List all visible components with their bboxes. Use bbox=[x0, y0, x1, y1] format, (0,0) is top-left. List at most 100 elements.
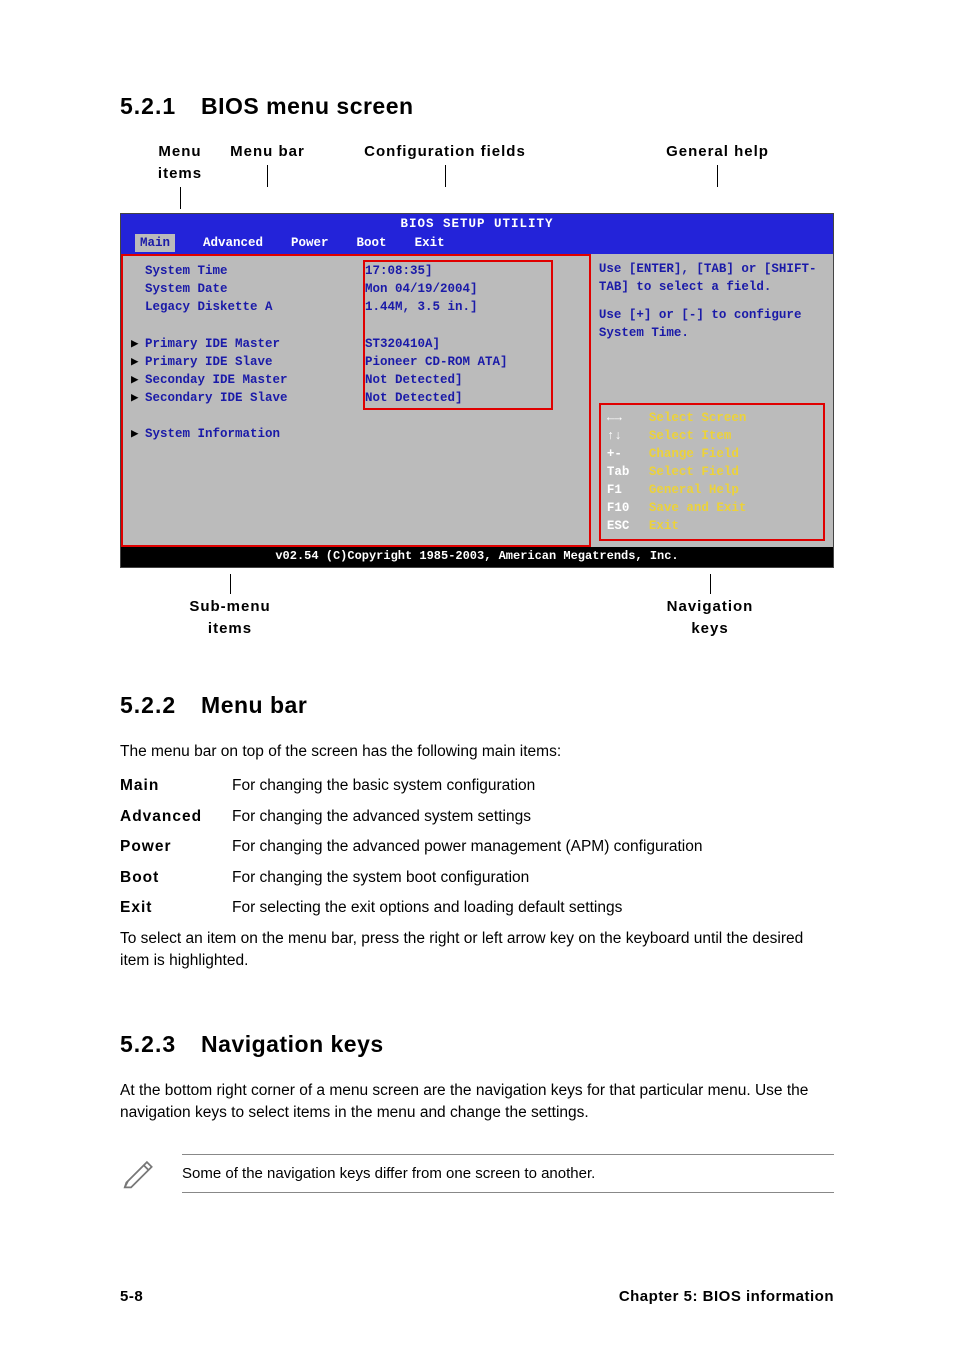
bios-tab-exit[interactable]: Exit bbox=[415, 234, 445, 252]
navkey-label: General Help bbox=[649, 481, 739, 499]
bios-item-label: Secondary IDE Slave bbox=[145, 391, 288, 405]
page-number: 5-8 bbox=[120, 1286, 143, 1308]
def-term: Power bbox=[120, 836, 232, 858]
label-submenu-items: Sub-menu items bbox=[189, 598, 270, 637]
bios-item-value bbox=[365, 407, 581, 425]
chapter-label: Chapter 5: BIOS information bbox=[619, 1286, 834, 1308]
bios-screenshot: BIOS SETUP UTILITY Main Advanced Power B… bbox=[120, 213, 834, 568]
navkey-row: ↑↓Select Item bbox=[607, 427, 817, 445]
submenu-arrow-icon: ▶ bbox=[131, 353, 145, 371]
submenu-arrow-icon: ▶ bbox=[131, 389, 145, 407]
navkey-key: F10 bbox=[607, 499, 649, 517]
submenu-arrow-icon: ▶ bbox=[131, 425, 145, 443]
bios-item-value: Pioneer CD-ROM ATA] bbox=[365, 353, 581, 371]
bios-item-label: System Time bbox=[145, 264, 228, 278]
def-term: Advanced bbox=[120, 806, 232, 828]
navkey-key: ↑↓ bbox=[607, 427, 649, 445]
navkey-label: Select Item bbox=[649, 427, 732, 445]
bios-navkeys-box: ←→Select Screen↑↓Select Item+-Change Fie… bbox=[599, 403, 825, 542]
bios-item-label: Seconday IDE Master bbox=[145, 373, 288, 387]
navkey-key: Tab bbox=[607, 463, 649, 481]
bios-left-panel: System Time 17:08:35]System DateMon 04/19… bbox=[121, 254, 591, 547]
bios-item-value: Mon 04/19/2004] bbox=[365, 280, 581, 298]
navkey-row: F10Save and Exit bbox=[607, 499, 817, 517]
heading-522: 5.2.2 Menu bar bbox=[120, 689, 834, 722]
bios-footer: v02.54 (C)Copyright 1985-2003, American … bbox=[121, 547, 833, 566]
navkey-row: +-Change Field bbox=[607, 445, 817, 463]
navkey-label: Select Screen bbox=[649, 409, 747, 427]
bios-item-label: Primary IDE Slave bbox=[145, 355, 273, 369]
navkey-row: TabSelect Field bbox=[607, 463, 817, 481]
bios-item-value bbox=[365, 316, 581, 334]
bios-menu-item[interactable]: ▶Primary IDE Master ST320410A] bbox=[131, 335, 581, 353]
menubar-def-row: AdvancedFor changing the advanced system… bbox=[120, 806, 834, 828]
bios-menu-item[interactable]: System DateMon 04/19/2004] bbox=[131, 280, 581, 298]
def-term: Boot bbox=[120, 867, 232, 889]
bios-item-value bbox=[365, 425, 581, 443]
menubar-intro: The menu bar on top of the screen has th… bbox=[120, 741, 834, 763]
bios-item-value: Not Detected] bbox=[365, 389, 581, 407]
bios-menu-item bbox=[131, 316, 581, 334]
navkey-label: Exit bbox=[649, 517, 679, 535]
section-number: 5.2.2 bbox=[120, 689, 176, 722]
menubar-def-row: ExitFor selecting the exit options and l… bbox=[120, 897, 834, 919]
note-text: Some of the navigation keys differ from … bbox=[182, 1154, 834, 1194]
bios-item-value: ST320410A] bbox=[365, 335, 581, 353]
bios-menu-item[interactable]: Legacy Diskette A 1.44M, 3.5 in.] bbox=[131, 298, 581, 316]
bios-item-value: 17:08:35] bbox=[365, 262, 581, 280]
bios-menu-item[interactable]: ▶Primary IDE Slave Pioneer CD-ROM ATA] bbox=[131, 353, 581, 371]
bios-item-label: Legacy Diskette A bbox=[145, 300, 273, 314]
diagram-top-labels: Menu items Menu bar Configuration fields… bbox=[140, 141, 834, 209]
bios-tab-advanced[interactable]: Advanced bbox=[203, 234, 263, 252]
bios-menu-item[interactable]: ▶System Information bbox=[131, 425, 581, 443]
def-desc: For selecting the exit options and loadi… bbox=[232, 897, 834, 919]
menubar-def-row: PowerFor changing the advanced power man… bbox=[120, 836, 834, 858]
navkey-key: ←→ bbox=[607, 409, 649, 427]
submenu-arrow-icon: ▶ bbox=[131, 371, 145, 389]
bios-right-panel: Use [ENTER], [TAB] or [SHIFT-TAB] to sel… bbox=[591, 254, 833, 547]
bios-item-value: 1.44M, 3.5 in.] bbox=[365, 298, 581, 316]
bios-tab-boot[interactable]: Boot bbox=[357, 234, 387, 252]
bios-item-label: Primary IDE Master bbox=[145, 337, 280, 351]
bios-title: BIOS SETUP UTILITY bbox=[121, 214, 833, 234]
label-menu-bar: Menu bar bbox=[230, 143, 305, 160]
label-general-help: General help bbox=[666, 143, 769, 160]
navkey-key: ESC bbox=[607, 517, 649, 535]
section-title: Menu bar bbox=[201, 692, 307, 718]
section-title: BIOS menu screen bbox=[201, 93, 414, 119]
bios-item-label: System Information bbox=[145, 427, 280, 441]
bios-help-line2: Use [+] or [-] to configure System Time. bbox=[599, 306, 825, 342]
def-desc: For changing the advanced power manageme… bbox=[232, 836, 834, 858]
navkey-row: ←→Select Screen bbox=[607, 409, 817, 427]
section-title: Navigation keys bbox=[201, 1031, 384, 1057]
menubar-def-row: MainFor changing the basic system config… bbox=[120, 775, 834, 797]
diagram-bottom-labels: Sub-menu items Navigation keys bbox=[120, 574, 834, 640]
navkey-label: Save and Exit bbox=[649, 499, 747, 517]
navkey-row: ESCExit bbox=[607, 517, 817, 535]
bios-tab-power[interactable]: Power bbox=[291, 234, 329, 252]
def-desc: For changing the system boot configurati… bbox=[232, 867, 834, 889]
bios-menubar: Main Advanced Power Boot Exit bbox=[121, 234, 833, 254]
navkey-label: Select Field bbox=[649, 463, 739, 481]
menubar-def-row: BootFor changing the system boot configu… bbox=[120, 867, 834, 889]
note-block: Some of the navigation keys differ from … bbox=[120, 1151, 834, 1196]
def-desc: For changing the basic system configurat… bbox=[232, 775, 834, 797]
bios-menu-item bbox=[131, 407, 581, 425]
submenu-arrow-icon: ▶ bbox=[131, 335, 145, 353]
navkey-row: F1General Help bbox=[607, 481, 817, 499]
navkey-label: Change Field bbox=[649, 445, 739, 463]
heading-521: 5.2.1 BIOS menu screen bbox=[120, 90, 834, 123]
bios-tab-main[interactable]: Main bbox=[135, 234, 175, 252]
heading-523: 5.2.3 Navigation keys bbox=[120, 1028, 834, 1061]
label-navigation-keys: Navigation keys bbox=[667, 598, 754, 637]
navkeys-para: At the bottom right corner of a menu scr… bbox=[120, 1080, 834, 1125]
bios-menu-item[interactable]: ▶Seconday IDE Master Not Detected] bbox=[131, 371, 581, 389]
pencil-note-icon bbox=[120, 1151, 158, 1196]
bios-item-value: Not Detected] bbox=[365, 371, 581, 389]
bios-menu-item[interactable]: ▶Secondary IDE Slave Not Detected] bbox=[131, 389, 581, 407]
bios-help-line1: Use [ENTER], [TAB] or [SHIFT-TAB] to sel… bbox=[599, 260, 825, 296]
def-term: Main bbox=[120, 775, 232, 797]
bios-menu-item[interactable]: System Time 17:08:35] bbox=[131, 262, 581, 280]
page-footer: 5-8 Chapter 5: BIOS information bbox=[120, 1286, 834, 1308]
label-config-fields: Configuration fields bbox=[364, 143, 526, 160]
